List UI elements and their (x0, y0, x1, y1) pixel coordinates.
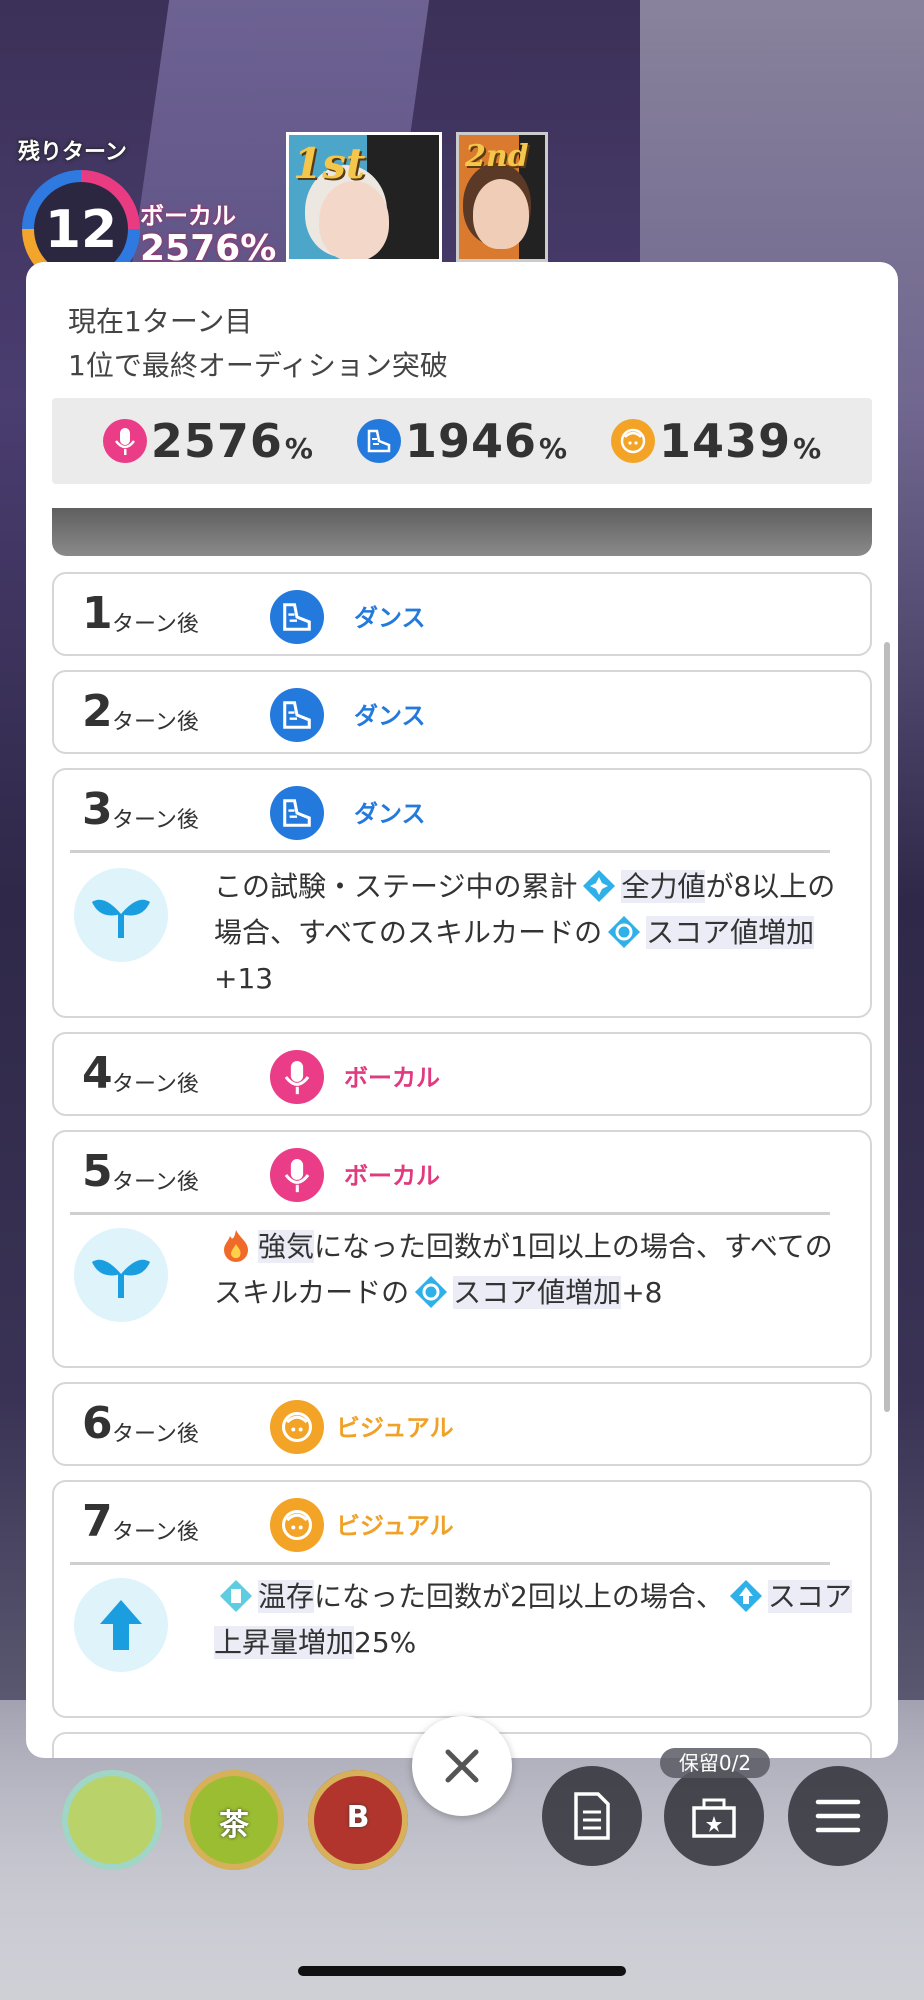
remaining-turns-count: 12 (44, 200, 118, 260)
current-turn-text: 現在1ターン目 (68, 305, 253, 338)
score-up-icon (413, 1274, 449, 1310)
turn-card-4[interactable]: 4 ターン後 ボーカル (52, 1032, 872, 1116)
vocal-mic-icon (270, 1148, 324, 1202)
drink-bottle-icon: B (346, 1800, 370, 1835)
sprout-icon (74, 868, 168, 962)
drink-slot-3[interactable]: B (308, 1770, 408, 1870)
score-rise-icon (728, 1578, 764, 1614)
turn-card-3[interactable]: 3 ターン後 ダンス この試験・ステージ中の累計 全力値が8以上の場合、すべてのス… (52, 768, 872, 1018)
dance-shoe-icon (270, 590, 324, 644)
memo-icon (574, 1792, 610, 1840)
turn-number: 5 (82, 1146, 113, 1197)
turn-number: 6 (82, 1398, 113, 1449)
hold-count-badge: 保留0/2 (660, 1748, 770, 1778)
turn-info-modal: 現在1ターン目 1位で最終オーディション突破 2576 % 1946 % 143… (26, 262, 898, 1758)
turn-number: 2 (82, 686, 113, 737)
score-up-icon (606, 914, 642, 950)
dance-shoe-icon (356, 419, 401, 463)
arrow-up-icon (74, 1578, 168, 1672)
divider (70, 1562, 830, 1565)
list-top-edge (52, 508, 872, 556)
turn-card-1[interactable]: 1 ターン後 ダンス (52, 572, 872, 656)
total-visual: 1439 % (611, 414, 821, 468)
full-power-icon (581, 868, 617, 904)
turn-type-label: ビジュアル (336, 1512, 454, 1540)
total-vocal: 2576 % (102, 414, 313, 468)
fire-icon (218, 1228, 254, 1264)
stat-totals-bar: 2576 % 1946 % 1439 % (52, 398, 872, 484)
drink-slot-2[interactable]: 茶 (184, 1770, 284, 1870)
visual-face-icon (611, 419, 656, 463)
item-box-icon (692, 1798, 736, 1838)
turn-number: 4 (82, 1048, 113, 1099)
turn-type-label: ダンス (354, 604, 426, 632)
dance-shoe-icon (270, 786, 324, 840)
effect-description: 強気になった回数が1回以上の場合、すべてのスキルカードの スコア値増加+8 (214, 1228, 833, 1310)
turn-card-6[interactable]: 6 ターン後 ビジュアル (52, 1382, 872, 1466)
rank-first-label: 1st (293, 139, 366, 188)
effect-description: 温存になった回数が2回以上の場合、 スコア上昇量増加25% (214, 1578, 852, 1659)
turn-type-label: ボーカル (344, 1064, 440, 1092)
turn-number: 3 (82, 784, 113, 835)
turn-card-2[interactable]: 2 ターン後 ダンス (52, 670, 872, 754)
rank-second-card: 2nd (456, 132, 548, 262)
memo-button[interactable] (542, 1766, 642, 1866)
close-button[interactable] (412, 1716, 512, 1816)
vocal-mic-icon (270, 1050, 324, 1104)
sprout-icon (74, 1228, 168, 1322)
turn-type-label: ダンス (354, 800, 426, 828)
turn-card-7[interactable]: 7 ターン後 ビジュアル 温存になった回数が2回以上の場合、 スコア上昇量増加25… (52, 1480, 872, 1718)
turn-number: 1 (82, 588, 113, 639)
visual-face-icon (270, 1400, 324, 1454)
turn-type-label: ボーカル (344, 1162, 440, 1190)
turn-suffix: ターン後 (112, 710, 199, 735)
item-box-button[interactable] (664, 1766, 764, 1866)
divider (70, 1212, 830, 1215)
menu-icon (815, 1799, 861, 1833)
avatar (473, 179, 529, 249)
vocal-mic-icon (102, 419, 147, 463)
remaining-turns-label: 残りターン (18, 140, 127, 165)
dance-shoe-icon (270, 688, 324, 742)
turn-suffix: ターン後 (112, 1072, 199, 1097)
turn-card-5[interactable]: 5 ターン後 ボーカル 強気になった回数が1回以上の場合、すべてのスキルカードの… (52, 1130, 872, 1368)
preserve-icon (218, 1578, 254, 1614)
drink-slot-1[interactable] (62, 1770, 162, 1870)
total-dance: 1946 % (356, 414, 567, 468)
audition-goal-text: 1位で最終オーディション突破 (68, 349, 448, 382)
close-icon (445, 1749, 479, 1783)
avatar (319, 181, 389, 259)
divider (70, 850, 830, 853)
turn-type-label: ビジュアル (336, 1414, 454, 1442)
home-indicator[interactable] (298, 1966, 626, 1976)
turn-number: 7 (82, 1496, 113, 1547)
turn-suffix: ターン後 (112, 1170, 199, 1195)
scrollbar[interactable] (884, 642, 890, 1412)
lead-stat-label: ボーカル (140, 202, 236, 230)
turn-suffix: ターン後 (112, 1422, 199, 1447)
rank-first-card: 1st (286, 132, 442, 262)
visual-face-icon (270, 1498, 324, 1552)
drink-bottle-icon: 茶 (219, 1808, 249, 1843)
effect-description: この試験・ステージ中の累計 全力値が8以上の場合、すべてのスキルカードの スコア値増… (214, 868, 836, 995)
rank-second-label: 2nd (465, 139, 529, 174)
turn-suffix: ターン後 (112, 1520, 199, 1545)
turn-suffix: ターン後 (112, 808, 199, 833)
turn-suffix: ターン後 (112, 612, 199, 637)
turn-type-label: ダンス (354, 702, 426, 730)
menu-button[interactable] (788, 1766, 888, 1866)
